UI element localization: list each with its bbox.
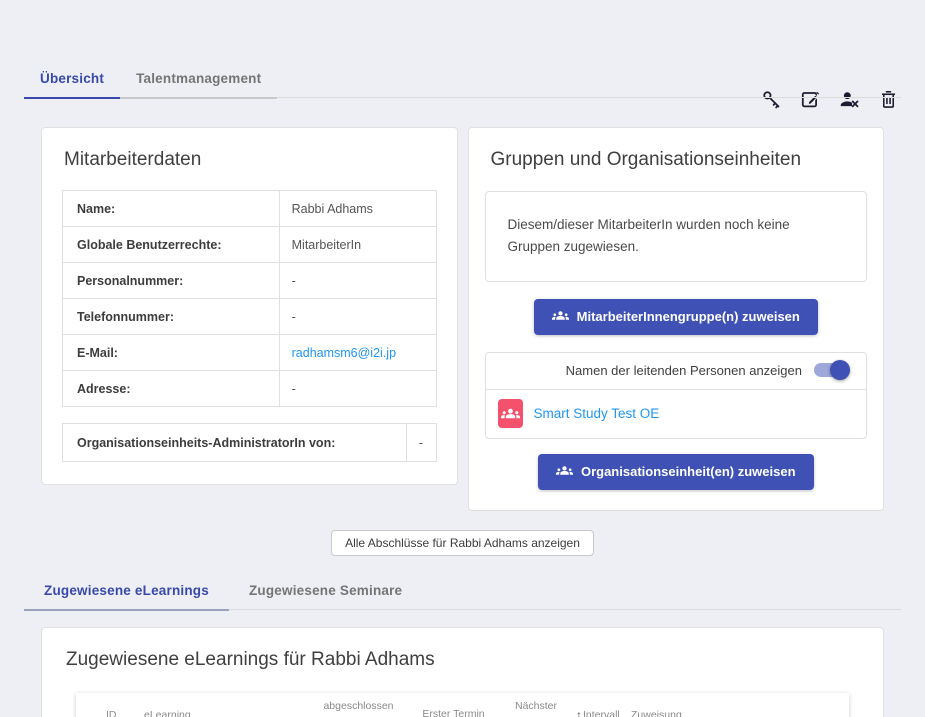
elearnings-card-title: Zugewiesene eLearnings für Rabbi Adhams bbox=[42, 628, 883, 685]
header-first-date[interactable]: Erster Termin bbox=[411, 707, 496, 717]
groups-card-title: Gruppen und Organisationseinheiten bbox=[469, 128, 884, 188]
header-interval[interactable]: ↑ Intervall bbox=[576, 708, 631, 717]
table-row: Adresse: - bbox=[63, 371, 437, 407]
header-id: ID bbox=[106, 709, 136, 717]
field-value: - bbox=[279, 371, 436, 407]
header-completed[interactable]: abgeschlossen am bbox=[306, 699, 411, 717]
elearnings-table: ID eLearning abgeschlossen am Erster Ter… bbox=[76, 693, 849, 717]
table-row: Organisationseinheits-AdministratorIn vo… bbox=[63, 424, 437, 462]
org-admin-label: Organisationseinheits-AdministratorIn vo… bbox=[63, 424, 407, 462]
field-label: Name: bbox=[63, 191, 280, 227]
org-admin-table: Organisationseinheits-AdministratorIn vo… bbox=[62, 423, 437, 462]
email-link[interactable]: radhamsm6@i2i.jp bbox=[292, 346, 396, 360]
assign-org-units-button[interactable]: Organisationseinheit(en) zuweisen bbox=[538, 454, 814, 490]
tab-uebersicht[interactable]: Übersicht bbox=[24, 62, 120, 97]
assignments-tabbar: Zugewiesene eLearnings Zugewiesene Semin… bbox=[24, 574, 901, 610]
main-tabbar: Übersicht Talentmanagement bbox=[24, 62, 901, 98]
assign-groups-button-label: MitarbeiterInnengruppe(n) zuweisen bbox=[577, 309, 800, 324]
tab-talentmanagement[interactable]: Talentmanagement bbox=[120, 62, 277, 97]
org-units-box: Namen der leitenden Personen anzeigen Sm… bbox=[485, 352, 868, 439]
assign-groups-button[interactable]: MitarbeiterInnengruppe(n) zuweisen bbox=[534, 299, 818, 335]
field-value: MitarbeiterIn bbox=[279, 227, 436, 263]
header-assignment[interactable]: Zuweisung bbox=[631, 709, 746, 717]
assign-org-units-button-label: Organisationseinheit(en) zuweisen bbox=[581, 464, 796, 479]
header-elearning[interactable]: eLearning bbox=[136, 709, 306, 717]
org-unit-row: Smart Study Test OE bbox=[486, 390, 867, 438]
toggle-label: Namen der leitenden Personen anzeigen bbox=[566, 363, 802, 378]
table-row: E-Mail: radhamsm6@i2i.jp bbox=[63, 335, 437, 371]
employee-card-title: Mitarbeiterdaten bbox=[42, 128, 457, 188]
header-next-date[interactable]: Nächster Termin bbox=[496, 699, 576, 717]
field-label: Adresse: bbox=[63, 371, 280, 407]
field-label: Personalnummer: bbox=[63, 263, 280, 299]
elearnings-card: Zugewiesene eLearnings für Rabbi Adhams … bbox=[41, 627, 884, 717]
tab-zugewiesene-seminare[interactable]: Zugewiesene Seminare bbox=[229, 574, 422, 609]
table-row: Telefonnummer: - bbox=[63, 299, 437, 335]
show-leaders-toggle[interactable] bbox=[814, 363, 848, 377]
field-value: Rabbi Adhams bbox=[279, 191, 436, 227]
table-row: Globale Benutzerrechte: MitarbeiterIn bbox=[63, 227, 437, 263]
field-label: Globale Benutzerrechte: bbox=[63, 227, 280, 263]
tab-zugewiesene-elearnings[interactable]: Zugewiesene eLearnings bbox=[24, 574, 229, 609]
employee-data-card: Mitarbeiterdaten Name: Rabbi Adhams Glob… bbox=[41, 127, 458, 485]
org-unit-link[interactable]: Smart Study Test OE bbox=[534, 406, 660, 421]
field-value: - bbox=[279, 263, 436, 299]
table-row: Personalnummer: - bbox=[63, 263, 437, 299]
cards-row: Mitarbeiterdaten Name: Rabbi Adhams Glob… bbox=[41, 127, 884, 511]
toggle-row: Namen der leitenden Personen anzeigen bbox=[486, 353, 867, 390]
groups-card: Gruppen und Organisationseinheiten Diese… bbox=[468, 127, 885, 511]
group-icon bbox=[552, 307, 569, 327]
field-label: Telefonnummer: bbox=[63, 299, 280, 335]
table-row: Name: Rabbi Adhams bbox=[63, 191, 437, 227]
org-admin-value: - bbox=[406, 424, 436, 462]
sort-ascending-icon: ↑ bbox=[576, 708, 582, 717]
field-label: E-Mail: bbox=[63, 335, 280, 371]
header-interval-label: Intervall bbox=[583, 709, 620, 717]
group-icon bbox=[556, 462, 573, 482]
show-all-completions-button[interactable]: Alle Abschlüsse für Rabbi Adhams anzeige… bbox=[331, 530, 594, 556]
no-groups-message: Diesem/dieser MitarbeiterIn wurden noch … bbox=[485, 191, 868, 282]
field-value: - bbox=[279, 299, 436, 335]
employee-table: Name: Rabbi Adhams Globale Benutzerrecht… bbox=[62, 190, 437, 407]
elearnings-table-header: ID eLearning abgeschlossen am Erster Ter… bbox=[76, 693, 849, 717]
org-unit-icon bbox=[498, 399, 523, 428]
